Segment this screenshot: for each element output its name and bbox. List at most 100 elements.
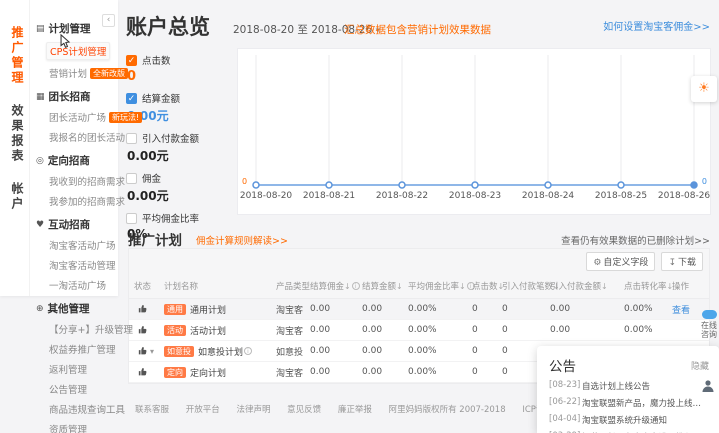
settle-amount-checkbox[interactable]: ✓ xyxy=(126,93,137,104)
metric-value: 0.00元 xyxy=(127,187,232,204)
tab-effect-report[interactable]: 效果报表 xyxy=(9,104,26,164)
sidebar-item-received-requests[interactable]: 我收到的招商需求 xyxy=(49,174,118,188)
menu-section-plan-header[interactable]: ▤ 计划管理 xyxy=(36,21,118,36)
col-product-type[interactable]: 产品类型 xyxy=(276,280,310,292)
sidebar-item-share-plus-upgrade[interactable]: 【分享+】升级管理 xyxy=(49,322,118,336)
plan-status-cell[interactable] xyxy=(134,367,164,377)
cell-avg-rate: 0.00% xyxy=(408,367,472,377)
col-clicks[interactable]: 点击数↓ xyxy=(472,280,502,292)
sidebar-item-taoke-activity-manage[interactable]: 淘宝客活动管理 xyxy=(49,258,118,272)
col-label: 结算金额 xyxy=(362,282,396,292)
promoting-status-icon xyxy=(138,304,148,314)
info-icon[interactable]: i xyxy=(352,282,360,290)
plan-status-cell[interactable]: ▾ xyxy=(134,346,164,356)
online-consult-widget[interactable]: 在线咨询 xyxy=(699,310,719,339)
new-play-badge: 新玩法! xyxy=(109,112,142,123)
sidebar-item-etao-activity-plaza[interactable]: 一淘活动广场 xyxy=(49,278,118,292)
announcement-item[interactable]: [08-23] 自选计划上线公告 xyxy=(549,380,709,392)
sort-arrow-icon[interactable]: ↓ xyxy=(459,282,466,291)
page-title: 账户总览 xyxy=(126,11,210,41)
announcement-date: [06-22] xyxy=(549,397,582,409)
league-icon: ▦ xyxy=(36,92,45,102)
footer-link-integrity-report[interactable]: 廉正举报 xyxy=(338,405,372,415)
col-label: 点击数 xyxy=(472,282,498,292)
deleted-plans-link[interactable]: 查看仍有效果数据的已删除计划>> xyxy=(561,233,710,247)
sidebar-item-violation-query-tool[interactable]: 商品违规查询工具 xyxy=(49,402,118,416)
menu-section-targeting-header[interactable]: ◎ 定向招商 xyxy=(36,153,118,168)
col-plan-name[interactable]: 计划名称 xyxy=(164,280,276,292)
col-settle-amount[interactable]: 结算金额↓ xyxy=(362,280,408,292)
sort-arrow-icon[interactable]: ↓ xyxy=(344,282,351,291)
left-axis-zero-label: 0 xyxy=(242,177,247,186)
plan-status-cell[interactable] xyxy=(134,304,164,314)
quick-settings-icon[interactable]: ☀ xyxy=(691,76,717,102)
menu-section-label: 互动招商 xyxy=(48,217,90,232)
tab-account[interactable]: 帐户 xyxy=(9,182,26,212)
cell-avg-rate: 0.00% xyxy=(408,304,472,314)
col-settle-commission[interactable]: 结算佣金↓i xyxy=(310,280,362,292)
sort-arrow-icon[interactable]: ↓ xyxy=(601,282,608,291)
menu-section-league-header[interactable]: ▦ 团长招商 xyxy=(36,89,118,104)
sidebar-item-marketing-plan[interactable]: 营销计划 全新改版 xyxy=(49,66,118,80)
announcement-item[interactable]: [04-04] 淘宝联盟系统升级通知 xyxy=(549,414,709,426)
chart-gridlines xyxy=(256,55,694,185)
sidebar-item-announcement-manage[interactable]: 公告管理 xyxy=(49,382,118,396)
footer-link-open-platform[interactable]: 开放平台 xyxy=(186,405,220,415)
col-pay-orders[interactable]: 引入付款笔数↓ xyxy=(502,280,550,292)
x-tick-label: 2018-08-26 xyxy=(658,191,710,201)
sidebar: 推广管理 效果报表 帐户 ‹ ▤ 计划管理 CPS计划管理 营销计划 全新改版 xyxy=(0,0,118,296)
chevron-down-icon[interactable]: ▾ xyxy=(150,347,154,356)
plan-type-badge: 通用 xyxy=(164,304,186,315)
sidebar-item-my-league-activities[interactable]: 我报名的团长活动 xyxy=(49,130,118,144)
tab-promotion-manage[interactable]: 推广管理 xyxy=(9,26,26,86)
menu-section-other: ⊕ 其他管理 【分享+】升级管理 权益券推广管理 返利管理 公告管理 商品违规查… xyxy=(36,301,118,433)
cell-pay-amount: 0.00 xyxy=(550,304,624,314)
metric-value: 0 xyxy=(127,69,232,84)
sidebar-item-qualification-manage[interactable]: 资质管理 xyxy=(49,422,118,433)
sidebar-item-coupon-promo-manage[interactable]: 权益券推广管理 xyxy=(49,342,118,356)
pay-amount-checkbox[interactable] xyxy=(126,133,137,144)
footer-link-contact[interactable]: 联系客服 xyxy=(135,405,169,415)
service-avatar-icon[interactable] xyxy=(701,378,715,397)
col-pay-amount[interactable]: 引入付款金额↓ xyxy=(550,280,624,292)
commission-checkbox[interactable] xyxy=(126,173,137,184)
col-label: 结算佣金 xyxy=(310,282,344,292)
download-button[interactable]: ↧下载 xyxy=(661,252,703,271)
cell-product-type: 淘宝客 xyxy=(276,366,310,379)
sidebar-item-cps-plan-manage[interactable]: CPS计划管理 xyxy=(46,42,110,60)
clicks-checkbox[interactable]: ✓ xyxy=(126,55,137,66)
sidebar-item-rebate-manage[interactable]: 返利管理 xyxy=(49,362,118,376)
col-cvr[interactable]: 点击转化率↓ xyxy=(624,280,672,292)
info-icon[interactable]: i xyxy=(244,347,252,355)
sidebar-menu: ▤ 计划管理 CPS计划管理 营销计划 全新改版 ▦ 团长招商 团长活动广场 新… xyxy=(36,12,118,433)
announcement-panel: 公告 隐藏 [08-23] 自选计划上线公告 [06-22] 淘宝联盟新产品，魔… xyxy=(537,346,719,433)
sidebar-item-taoke-activity-plaza[interactable]: 淘宝客活动广场 xyxy=(49,238,118,252)
metric-label: 点击数 xyxy=(142,53,171,67)
plan-name-cell: 通用通用计划 xyxy=(164,303,276,316)
announcement-item[interactable]: [06-22] 淘宝联盟新产品，魔力投上线相... xyxy=(549,397,709,409)
menu-section-targeting: ◎ 定向招商 我收到的招商需求 我参加的招商需求 xyxy=(36,153,118,208)
announcement-hide-link[interactable]: 隐藏 xyxy=(691,359,709,372)
metric-value: 0.00元 xyxy=(127,107,232,124)
footer-link-feedback[interactable]: 意见反馈 xyxy=(287,405,321,415)
col-avg-rate[interactable]: 平均佣金比率↓i xyxy=(408,280,472,292)
commission-rule-link[interactable]: 佣金计算规则解读>> xyxy=(196,233,288,247)
footer-link-legal[interactable]: 法律声明 xyxy=(236,405,270,415)
new-version-badge: 全新改版 xyxy=(90,68,128,79)
sidebar-item-joined-requests[interactable]: 我参加的招商需求 xyxy=(49,194,118,208)
plan-status-cell[interactable] xyxy=(134,325,164,335)
col-status[interactable]: 状态 xyxy=(134,280,164,292)
menu-section-interactive-header[interactable]: ♥ 互动招商 xyxy=(36,217,118,232)
cell-pay-orders: 0 xyxy=(502,304,550,314)
sort-arrow-icon[interactable]: ↓ xyxy=(396,282,403,291)
metric-list: ✓ 点击数 0 ✓ 结算金额 0.00元 引入付款金额 0.00元 佣金 0. xyxy=(126,53,232,248)
cell-avg-rate: 0.00% xyxy=(408,346,472,356)
customize-fields-button[interactable]: ⚙自定义字段 xyxy=(586,252,655,271)
promoting-status-icon xyxy=(138,346,148,356)
sidebar-item-league-plaza[interactable]: 团长活动广场 新玩法! xyxy=(49,110,118,124)
plan-name-cell: 如意投如意投计划i xyxy=(164,345,276,358)
commission-help-link[interactable]: 如何设置淘宝客佣金>> xyxy=(603,18,710,33)
menu-section-other-header[interactable]: ⊕ 其他管理 xyxy=(36,301,118,316)
avg-rate-checkbox[interactable] xyxy=(126,213,137,224)
plan-type-badge: 如意投 xyxy=(164,346,194,357)
